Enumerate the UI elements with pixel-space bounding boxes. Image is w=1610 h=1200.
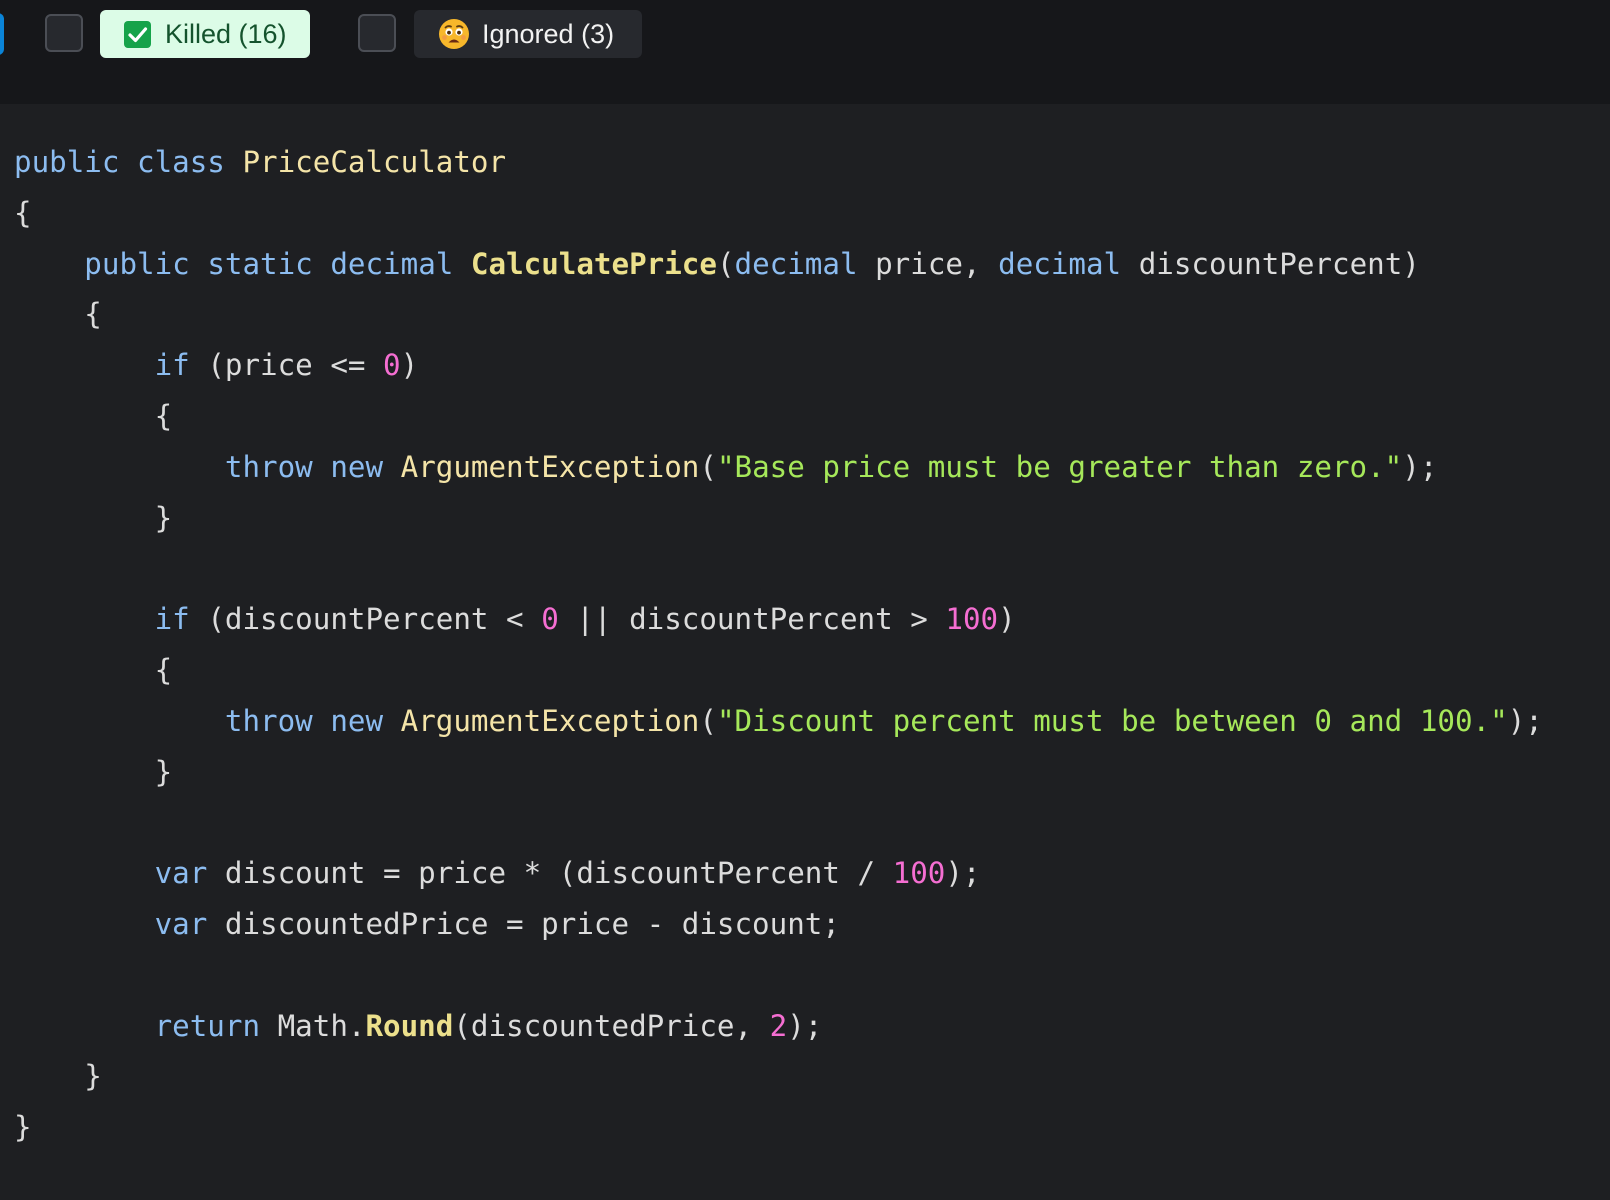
code-token: } [14, 500, 173, 535]
code-token: { [14, 297, 102, 332]
code-line: return Math.Round(discountedPrice, 2); [14, 1006, 823, 1046]
code-token: (discountPercent < [189, 602, 542, 637]
code-line: var discount = price * (discountPercent … [14, 853, 981, 893]
toolbar-left-edge-indicator [0, 13, 4, 55]
code-token: ); [1507, 703, 1543, 738]
code-token: Math. [260, 1008, 366, 1043]
mutation-filter-toolbar: Killed (16) Ignored (3) [0, 0, 1610, 104]
code-token: decimal [734, 246, 858, 281]
code-token: ( [716, 246, 735, 281]
code-line: throw new ArgumentException("Base price … [14, 447, 1438, 487]
code-token: 0 [383, 348, 401, 383]
code-line: { [14, 193, 32, 233]
code-token: } [14, 1059, 102, 1094]
code-token: class [137, 145, 225, 179]
check-box-icon [124, 20, 151, 48]
code-token: 2 [769, 1008, 788, 1043]
code-token: if [154, 348, 190, 383]
code-token: ( [699, 449, 717, 484]
code-token: var [154, 856, 208, 891]
code-line: { [14, 650, 173, 690]
code-line: public static decimal CalculatePrice(dec… [14, 244, 1420, 284]
code-token: { [14, 399, 173, 433]
ignored-filter-checkbox[interactable] [358, 14, 396, 52]
code-token: ); [1402, 449, 1438, 484]
code-line: } [14, 752, 173, 792]
code-token: decimal [998, 246, 1122, 281]
code-token: ); [945, 856, 981, 891]
code-token: price, [857, 246, 999, 281]
code-line: throw new ArgumentException("Discount pe… [14, 701, 1543, 741]
killed-filter-checkbox[interactable] [45, 14, 83, 52]
code-token: public [14, 145, 120, 179]
code-line: } [14, 498, 173, 538]
code-token: static [207, 246, 313, 281]
code-line: var discountedPrice = price - discount; [14, 904, 840, 944]
code-token: Round [365, 1008, 454, 1043]
code-token: PriceCalculator [242, 145, 507, 179]
killed-filter-chip[interactable]: Killed (16) [100, 10, 310, 58]
code-token: 100 [945, 602, 999, 637]
code-viewer: public class PriceCalculator { public sta… [0, 140, 1610, 1200]
code-token: ) [400, 348, 419, 383]
code-line: if (discountPercent < 0 || discountPerce… [14, 599, 1016, 639]
code-token: discountPercent) [1121, 246, 1420, 281]
code-line: } [14, 1056, 102, 1096]
code-token: throw [224, 703, 313, 738]
code-token: new [330, 703, 384, 738]
code-token: throw [224, 449, 313, 484]
code-token: var [154, 907, 208, 941]
code-token: 0 [541, 602, 559, 637]
code-line: { [14, 294, 102, 334]
code-token: ArgumentException [400, 449, 700, 484]
code-token: discountedPrice = price - discount; [207, 907, 840, 941]
code-token: CalculatePrice [470, 246, 717, 281]
code-token: public [84, 246, 190, 281]
killed-filter-label: Killed (16) [165, 18, 287, 49]
code-token: "Discount percent must be between 0 and … [716, 703, 1508, 738]
code-token: || discountPercent > [558, 602, 946, 637]
code-token: { [14, 195, 32, 230]
code-token: "Base price must be greater than zero." [716, 449, 1403, 484]
code-token: { [14, 653, 173, 687]
code-token: return [154, 1008, 261, 1043]
code-line: { [14, 396, 173, 436]
code-token: if [154, 602, 190, 637]
code-token: } [14, 754, 173, 789]
code-token: new [330, 449, 384, 484]
code-token: ( [699, 703, 717, 738]
code-line: public class PriceCalculator [14, 142, 506, 182]
code-token: ); [787, 1008, 823, 1043]
code-token: ArgumentException [400, 703, 700, 738]
code-token: 100 [892, 856, 946, 891]
ignored-filter-label: Ignored (3) [482, 18, 615, 49]
ignored-filter-chip[interactable]: Ignored (3) [414, 10, 642, 58]
code-line: } [14, 1107, 32, 1147]
worried-face-emoji-icon [438, 18, 470, 50]
code-token: discount = price * (discountPercent / [207, 856, 893, 891]
code-token: (price <= [189, 348, 384, 383]
code-token: (discountedPrice, [453, 1008, 770, 1043]
code-token: ) [998, 602, 1016, 637]
code-token: } [14, 1110, 32, 1145]
code-line: if (price <= 0) [14, 345, 419, 385]
code-token: decimal [330, 246, 454, 281]
